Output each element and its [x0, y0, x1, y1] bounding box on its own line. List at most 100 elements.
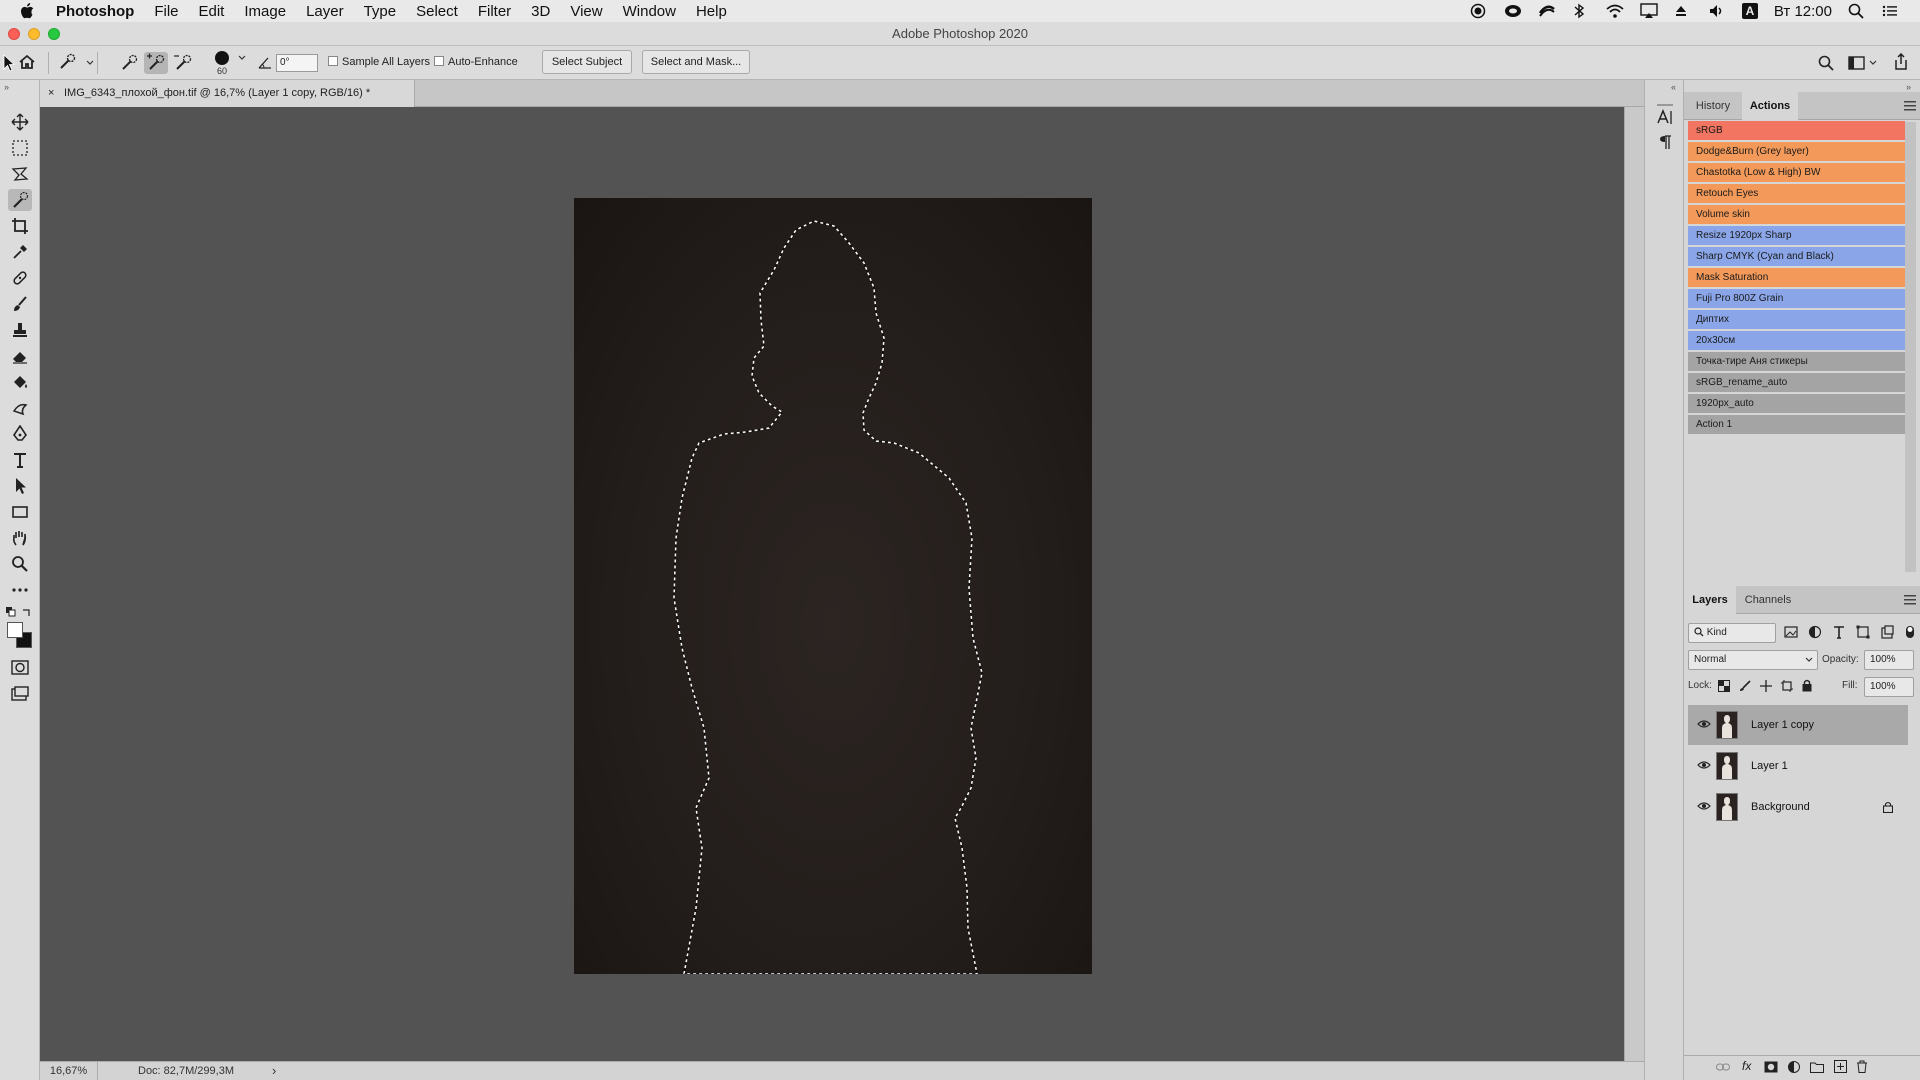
- new-layer-icon[interactable]: [1834, 1060, 1847, 1073]
- menu-filter[interactable]: Filter: [478, 3, 511, 20]
- fill-field[interactable]: 100%: [1864, 677, 1914, 697]
- menu-select[interactable]: Select: [416, 3, 458, 20]
- pen-tool-icon[interactable]: [8, 423, 32, 445]
- search-icon[interactable]: [1818, 55, 1834, 71]
- action-item[interactable]: 1920px_auto: [1688, 394, 1905, 414]
- layer-lock-icon[interactable]: [1883, 801, 1893, 813]
- move-tool-icon[interactable]: [8, 111, 32, 133]
- auto-enhance-checkbox[interactable]: [434, 56, 444, 66]
- rectangle-tool-icon[interactable]: [8, 501, 32, 523]
- actions-scrollbar[interactable]: [1905, 122, 1916, 572]
- apple-icon[interactable]: [20, 3, 42, 19]
- home-icon[interactable]: [18, 54, 36, 70]
- zoom-window-button[interactable]: [48, 28, 60, 40]
- layer-thumbnail[interactable]: [1716, 711, 1738, 739]
- zoom-tool-icon[interactable]: [8, 553, 32, 575]
- menu-layer[interactable]: Layer: [306, 3, 344, 20]
- add-layer-mask-icon[interactable]: [1764, 1061, 1778, 1073]
- tab-channels[interactable]: Channels: [1736, 586, 1800, 614]
- sync-icon[interactable]: [1538, 3, 1556, 19]
- record-icon[interactable]: [1470, 3, 1488, 19]
- notification-center-icon[interactable]: [1882, 3, 1900, 19]
- sample-all-layers-checkbox[interactable]: [328, 56, 338, 66]
- layer-filter-kind-dropdown[interactable]: Kind: [1688, 623, 1776, 643]
- share-icon[interactable]: [1893, 53, 1909, 71]
- layers-panel-menu-icon[interactable]: [1904, 595, 1916, 605]
- bluetooth-icon[interactable]: [1572, 3, 1590, 19]
- minimize-window-button[interactable]: [28, 28, 40, 40]
- smudge-tool-icon[interactable]: [8, 397, 32, 419]
- wifi-icon[interactable]: [1606, 3, 1624, 19]
- lock-all-icon[interactable]: [1802, 679, 1812, 692]
- action-item[interactable]: Fuji Pro 800Z Grain: [1688, 289, 1905, 309]
- filter-toggle-icon[interactable]: [1904, 625, 1916, 639]
- hand-tool-icon[interactable]: [8, 527, 32, 549]
- action-item[interactable]: Chastotka (Low & High) BW: [1688, 163, 1905, 183]
- tool-preset-picker[interactable]: [48, 52, 98, 74]
- airplay-icon[interactable]: [1640, 3, 1658, 19]
- filter-pixel-icon[interactable]: [1784, 625, 1798, 639]
- layer-thumbnail[interactable]: [1716, 752, 1738, 780]
- lock-transparent-pixels-icon[interactable]: [1718, 680, 1730, 692]
- action-item[interactable]: sRGB: [1688, 121, 1905, 141]
- quick-selection-tool-icon[interactable]: [8, 189, 32, 211]
- eject-icon[interactable]: [1674, 3, 1692, 19]
- document-tab[interactable]: × IMG_6343_плохой_фон.tif @ 16,7% (Layer…: [40, 80, 415, 107]
- lock-artboard-icon[interactable]: [1781, 680, 1793, 692]
- action-item[interactable]: Sharp CMYK (Cyan and Black): [1688, 247, 1905, 267]
- action-item[interactable]: Dodge&Burn (Grey layer): [1688, 142, 1905, 162]
- delete-layer-icon[interactable]: [1856, 1060, 1868, 1073]
- filter-smart-object-icon[interactable]: [1880, 625, 1894, 639]
- paint-bucket-tool-icon[interactable]: [8, 371, 32, 393]
- expand-strip-icon[interactable]: «: [1671, 82, 1676, 92]
- stamp-tool-icon[interactable]: [8, 319, 32, 341]
- link-layers-icon[interactable]: [1716, 1062, 1730, 1072]
- action-item[interactable]: Диптих: [1688, 310, 1905, 330]
- subtract-from-selection-icon[interactable]: [172, 52, 194, 74]
- document-canvas[interactable]: [574, 198, 1092, 974]
- opacity-field[interactable]: 100%: [1864, 650, 1914, 670]
- marquee-tool-icon[interactable]: [8, 137, 32, 159]
- brush-size-picker[interactable]: 60: [212, 50, 248, 78]
- new-selection-icon[interactable]: [118, 52, 140, 74]
- brush-tool-icon[interactable]: [8, 293, 32, 315]
- layer-row[interactable]: Layer 1: [1688, 746, 1908, 786]
- filter-shape-icon[interactable]: [1856, 625, 1870, 639]
- action-item[interactable]: sRGB_rename_auto: [1688, 373, 1905, 393]
- menu-view[interactable]: View: [570, 3, 602, 20]
- collapse-tools-icon[interactable]: »: [4, 82, 9, 92]
- action-item[interactable]: Action 1: [1688, 415, 1905, 435]
- lock-image-pixels-icon[interactable]: [1739, 680, 1751, 692]
- filter-adjustment-icon[interactable]: [1808, 625, 1822, 639]
- visibility-eye-icon[interactable]: [1697, 801, 1711, 811]
- healing-tool-icon[interactable]: [8, 267, 32, 289]
- select-and-mask-button[interactable]: Select and Mask...: [642, 50, 750, 74]
- lock-position-icon[interactable]: [1760, 680, 1772, 692]
- menu-help[interactable]: Help: [696, 3, 727, 20]
- menu-edit[interactable]: Edit: [199, 3, 225, 20]
- spotlight-icon[interactable]: [1848, 3, 1866, 19]
- eraser-tool-icon[interactable]: [8, 345, 32, 367]
- visibility-eye-icon[interactable]: [1697, 719, 1711, 729]
- action-item[interactable]: Точка-тире Аня стикеры: [1688, 352, 1905, 372]
- screen-mode-icon[interactable]: [8, 683, 32, 705]
- action-item[interactable]: Retouch Eyes: [1688, 184, 1905, 204]
- close-document-icon[interactable]: ×: [48, 80, 54, 107]
- default-colors-icon[interactable]: [6, 607, 16, 617]
- action-item[interactable]: Mask Saturation: [1688, 268, 1905, 288]
- layer-row[interactable]: Background: [1688, 787, 1908, 827]
- brush-angle-field[interactable]: 0°: [276, 54, 318, 72]
- lasso-tool-icon[interactable]: [8, 163, 32, 185]
- menu-app-name[interactable]: Photoshop: [56, 3, 134, 20]
- menu-3d[interactable]: 3D: [531, 3, 550, 20]
- select-subject-button[interactable]: Select Subject: [542, 50, 632, 74]
- character-panel-icon[interactable]: [1656, 108, 1674, 126]
- swap-colors-icon[interactable]: [22, 607, 32, 617]
- close-window-button[interactable]: [8, 28, 20, 40]
- quick-mask-icon[interactable]: [8, 657, 32, 679]
- menu-image[interactable]: Image: [244, 3, 286, 20]
- paragraph-panel-icon[interactable]: [1658, 134, 1672, 150]
- visibility-eye-icon[interactable]: [1697, 760, 1711, 770]
- tab-actions[interactable]: Actions: [1742, 92, 1798, 120]
- crop-tool-icon[interactable]: [8, 215, 32, 237]
